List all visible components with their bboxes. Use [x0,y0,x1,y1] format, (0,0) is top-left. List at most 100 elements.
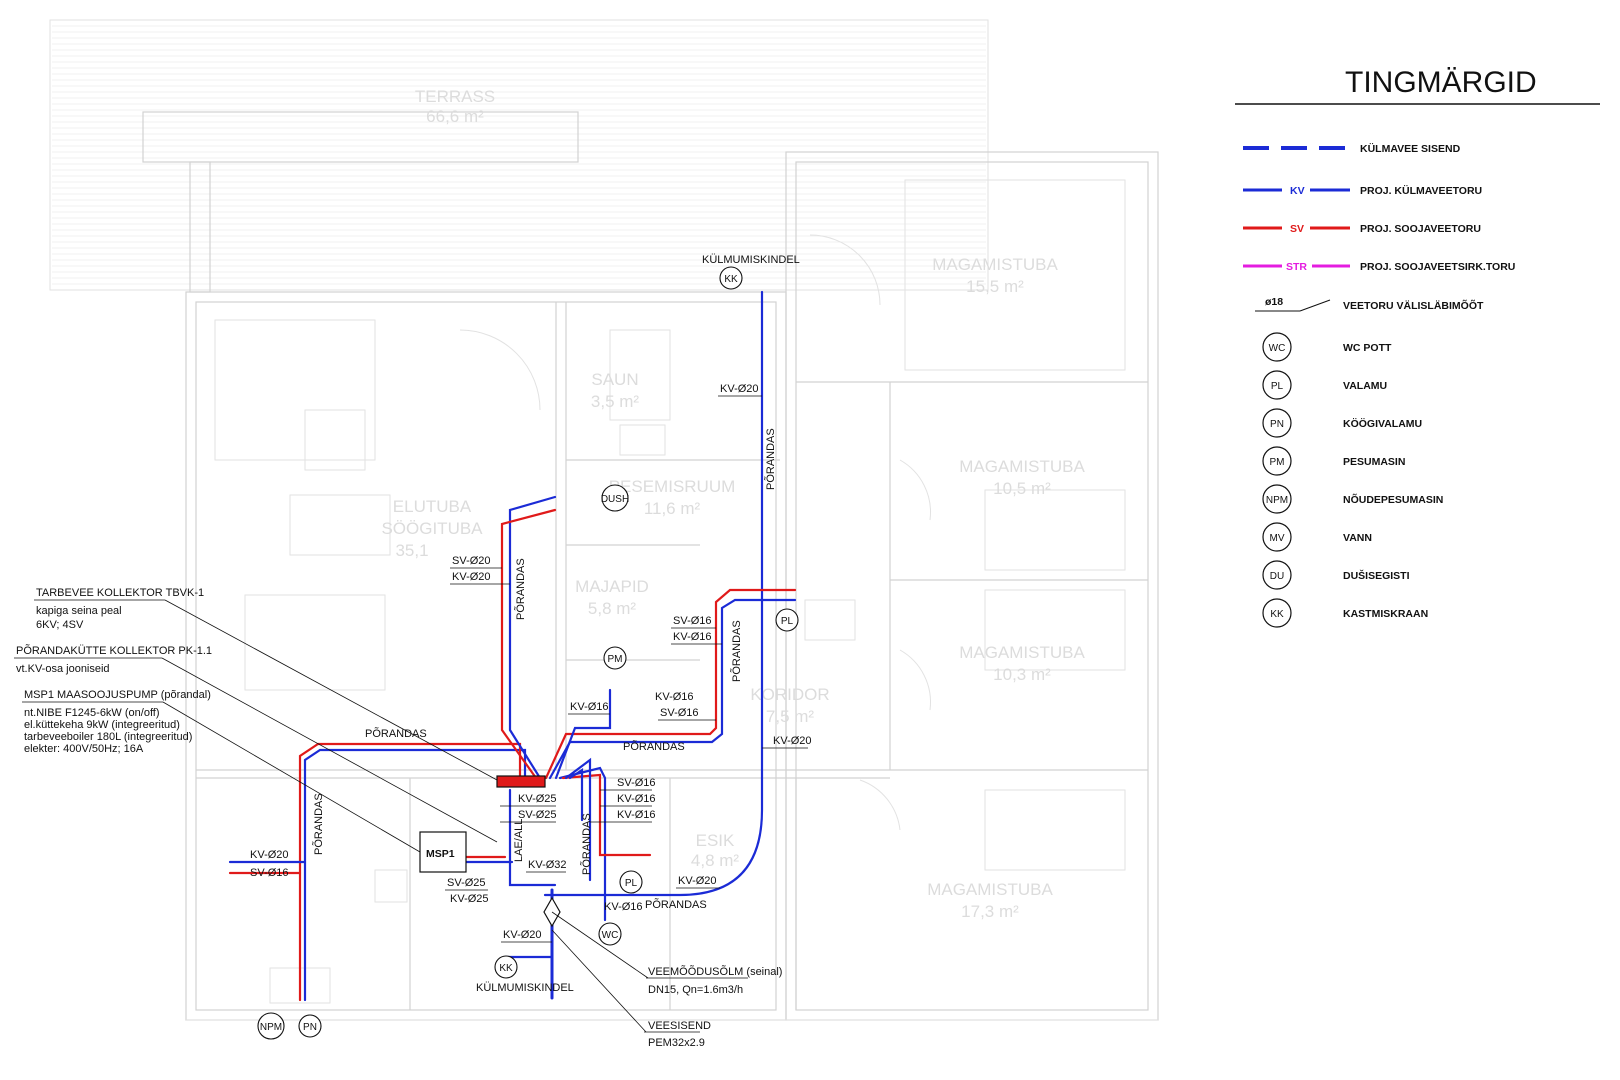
npm-text: NPM [260,1022,282,1033]
label-kv020-a: KV-Ø20 [452,571,491,583]
inlet-spec: PEM32x2.9 [648,1037,705,1049]
tbvk-line2: 6KV; 4SV [36,619,84,631]
legend-symbol-text: PL [1271,381,1284,392]
plumbing-plan: TERRASS 66,6 m² MAGAMISTUBA 15,5 m² SAUN… [14,19,1600,1049]
label-kv032: KV-Ø32 [528,859,567,871]
msp-title: MSP1 MAASOOJUSPUMP (põrandal) [24,689,211,701]
pipe-network [228,290,797,1002]
kk-bottom-text: KK [499,963,513,974]
tbvk-line1: kapiga seina peal [36,605,122,617]
room-terrass-area: 66,6 m² [426,107,484,126]
msp-line4: elekter: 400V/50Hz; 16A [24,743,144,755]
room-terrass-name: TERRASS [415,87,495,106]
collector-tbvk [496,775,546,788]
legend-item-label: KASTMISKRAAN [1343,608,1428,620]
label-sv016-b: SV-Ø16 [673,615,712,627]
label-kv020-h: KV-Ø20 [678,875,717,887]
legend-item-4: VEETORU VÄLISLÄBIMÕÕT [1343,299,1484,312]
room-magamistuba4-area: 17,3 m² [961,902,1019,921]
kv-pipe-left-run [303,748,527,1002]
label-porandas-left: PÕRANDAS [312,793,325,855]
legend-symbol-text: PM [1270,457,1285,468]
label-kv016-b: KV-Ø16 [673,631,712,643]
room-esik-area: 4,8 m² [691,851,740,870]
label-kv016-c: KV-Ø16 [570,701,609,713]
room-elutuba-area: 35,1 [395,541,428,560]
label-kv020-left: KV-Ø20 [250,849,289,861]
legend-item-label: VANN [1343,532,1372,544]
room-magamistuba1-area: 15,5 m² [966,277,1024,296]
room-saun-name: SAUN [591,370,638,389]
legend-item-3: PROJ. SOOJAVEETSIRK.TORU [1360,261,1515,273]
label-porandas-a: PÕRANDAS [514,558,527,620]
label-kv016-f2: KV-Ø16 [617,809,656,821]
room-elutuba-name: ELUTUBA [393,497,472,516]
legend-item-1: PROJ. KÜLMAVEETORU [1360,184,1482,197]
legend-item-label: DUŠISEGISTI [1343,569,1410,582]
room-majapid-name: MAJAPID [575,577,649,596]
legend-tag-4: ø18 [1265,296,1283,308]
room-magamistuba2-area: 10,5 m² [993,479,1051,498]
room-magamistuba3-area: 10,3 m² [993,665,1051,684]
label-sv016-d: SV-Ø16 [660,707,699,719]
pm-text: PM [608,654,623,665]
inlet-title: VEESISEND [648,1020,711,1032]
legend-symbol-text: MV [1270,533,1285,544]
legend-item-label: WC POTT [1343,342,1392,354]
legend-tag-2: SV [1290,223,1304,235]
kv-pipe-dush [508,495,557,780]
label-porandas-h: PÕRANDAS [645,898,707,911]
room-esik-name: ESIK [696,831,735,850]
pk-title: PÕRANDAKÜTTE KOLLEKTOR PK-1.1 [16,644,212,657]
room-magamistuba1-name: MAGAMISTUBA [932,255,1058,274]
callouts: TARBEVEE KOLLEKTOR TBVK-1 kapiga seina p… [14,587,498,853]
label-sv020-a: SV-Ø20 [452,555,491,567]
label-kv020-e: KV-Ø20 [773,735,812,747]
label-porandas-b: PÕRANDAS [730,620,743,682]
wc-text: WC [602,930,619,941]
tbvk-title: TARBEVEE KOLLEKTOR TBVK-1 [36,587,204,599]
label-kv025-g: KV-Ø25 [450,893,489,905]
label-kv020-meter: KV-Ø20 [503,929,542,941]
room-majapid-area: 5,8 m² [588,599,637,618]
msp-line3: tarbeveeboiler 180L (integreeritud) [24,731,192,743]
legend-tag-1: KV [1290,185,1305,197]
pn-text: PN [303,1022,317,1033]
room-elutuba-sub: SÖÖGITUBA [381,519,483,538]
room-pesemisruum-area: 11,6 m² [644,499,701,518]
msp-line2: el.küttekeha 9kW (integreeritud) [24,719,180,731]
legend-symbol-text: PN [1270,419,1284,430]
label-sv025-g: SV-Ø25 [447,877,486,889]
meter-title: VEEMÕÕDUSÕLM (seinal) [648,965,782,978]
label-kv016-d: KV-Ø16 [655,691,694,703]
label-porandas-riser: PÕRANDAS [764,428,777,490]
label-lae-all: LAE/ALL [513,819,525,862]
legend-tag-3: STR [1286,261,1307,273]
kylmumiskindel-bottom: KÜLMUMISKINDEL [476,982,574,994]
msp-label: MSP1 [426,848,455,860]
legend-item-label: PESUMASIN [1343,456,1405,468]
pl-mid-text: PL [625,878,638,889]
legend-symbol-text: NPM [1266,495,1288,506]
legend-symbol-text: KK [1270,609,1284,620]
meter-spec: DN15, Qn=1.6m3/h [648,984,743,996]
room-magamistuba3-name: MAGAMISTUBA [959,643,1085,662]
room-saun-area: 3,5 m² [591,392,640,411]
pl-right-text: PL [781,616,794,627]
label-kv020-top: KV-Ø20 [720,383,759,395]
label-kv016-f1: KV-Ø16 [617,793,656,805]
label-porandas-top: PÕRANDAS [365,727,427,740]
legend-item-2: PROJ. SOOJAVEETORU [1360,223,1481,235]
legend-symbol-text: WC [1269,343,1286,354]
pk-line1: vt.KV-osa jooniseid [16,663,110,675]
dush-text: DUSH [601,494,629,505]
room-magamistuba2-name: MAGAMISTUBA [959,457,1085,476]
legend: TINGMÄRGID KÜLMAVEE SISEND KV PROJ. KÜLM… [1235,66,1600,628]
legend-item-label: VALAMU [1343,380,1387,392]
legend-item-label: NÕUDEPESUMASIN [1343,493,1443,506]
room-koridor-area: 7,5 m² [766,707,815,726]
kylmumiskindel-top: KÜLMUMISKINDEL [702,254,800,266]
label-porandas-f: PÕRANDAS [580,813,593,875]
kk-top-text: KK [724,274,738,285]
label-sv016-f: SV-Ø16 [617,777,656,789]
